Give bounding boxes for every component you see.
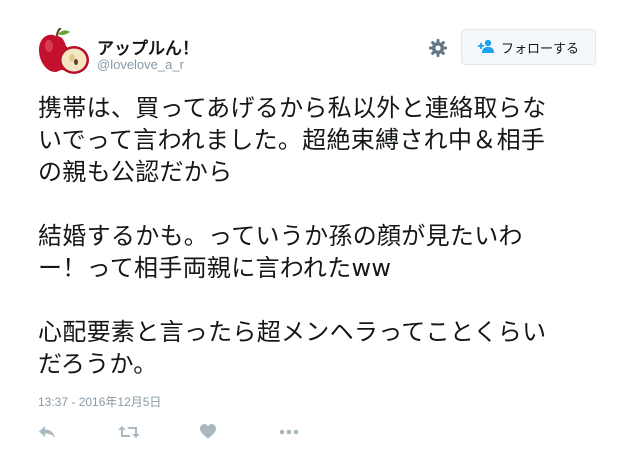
tweet-text: 携帯は、買ってあげるから私以外と連絡取らな いでって言われました。超絶束縛され中… xyxy=(38,94,547,378)
tweet-timestamp[interactable]: 13:37 - 2016年12月5日 xyxy=(38,393,161,410)
apple-avatar-icon xyxy=(39,27,89,74)
avatar[interactable] xyxy=(36,27,90,76)
more-dots-icon[interactable] xyxy=(279,424,299,440)
reply-icon[interactable] xyxy=(38,424,56,440)
user-handle[interactable]: @lovelove_a_r xyxy=(97,57,184,72)
display-name[interactable]: アップルん！ xyxy=(97,34,199,59)
heart-icon[interactable] xyxy=(200,424,216,439)
follow-user-plus-icon xyxy=(477,38,496,57)
follow-button-label: フォローする xyxy=(500,40,579,56)
retweet-icon[interactable] xyxy=(118,424,140,440)
gear-icon[interactable] xyxy=(428,38,448,58)
follow-button[interactable]: フォローする xyxy=(461,29,596,65)
